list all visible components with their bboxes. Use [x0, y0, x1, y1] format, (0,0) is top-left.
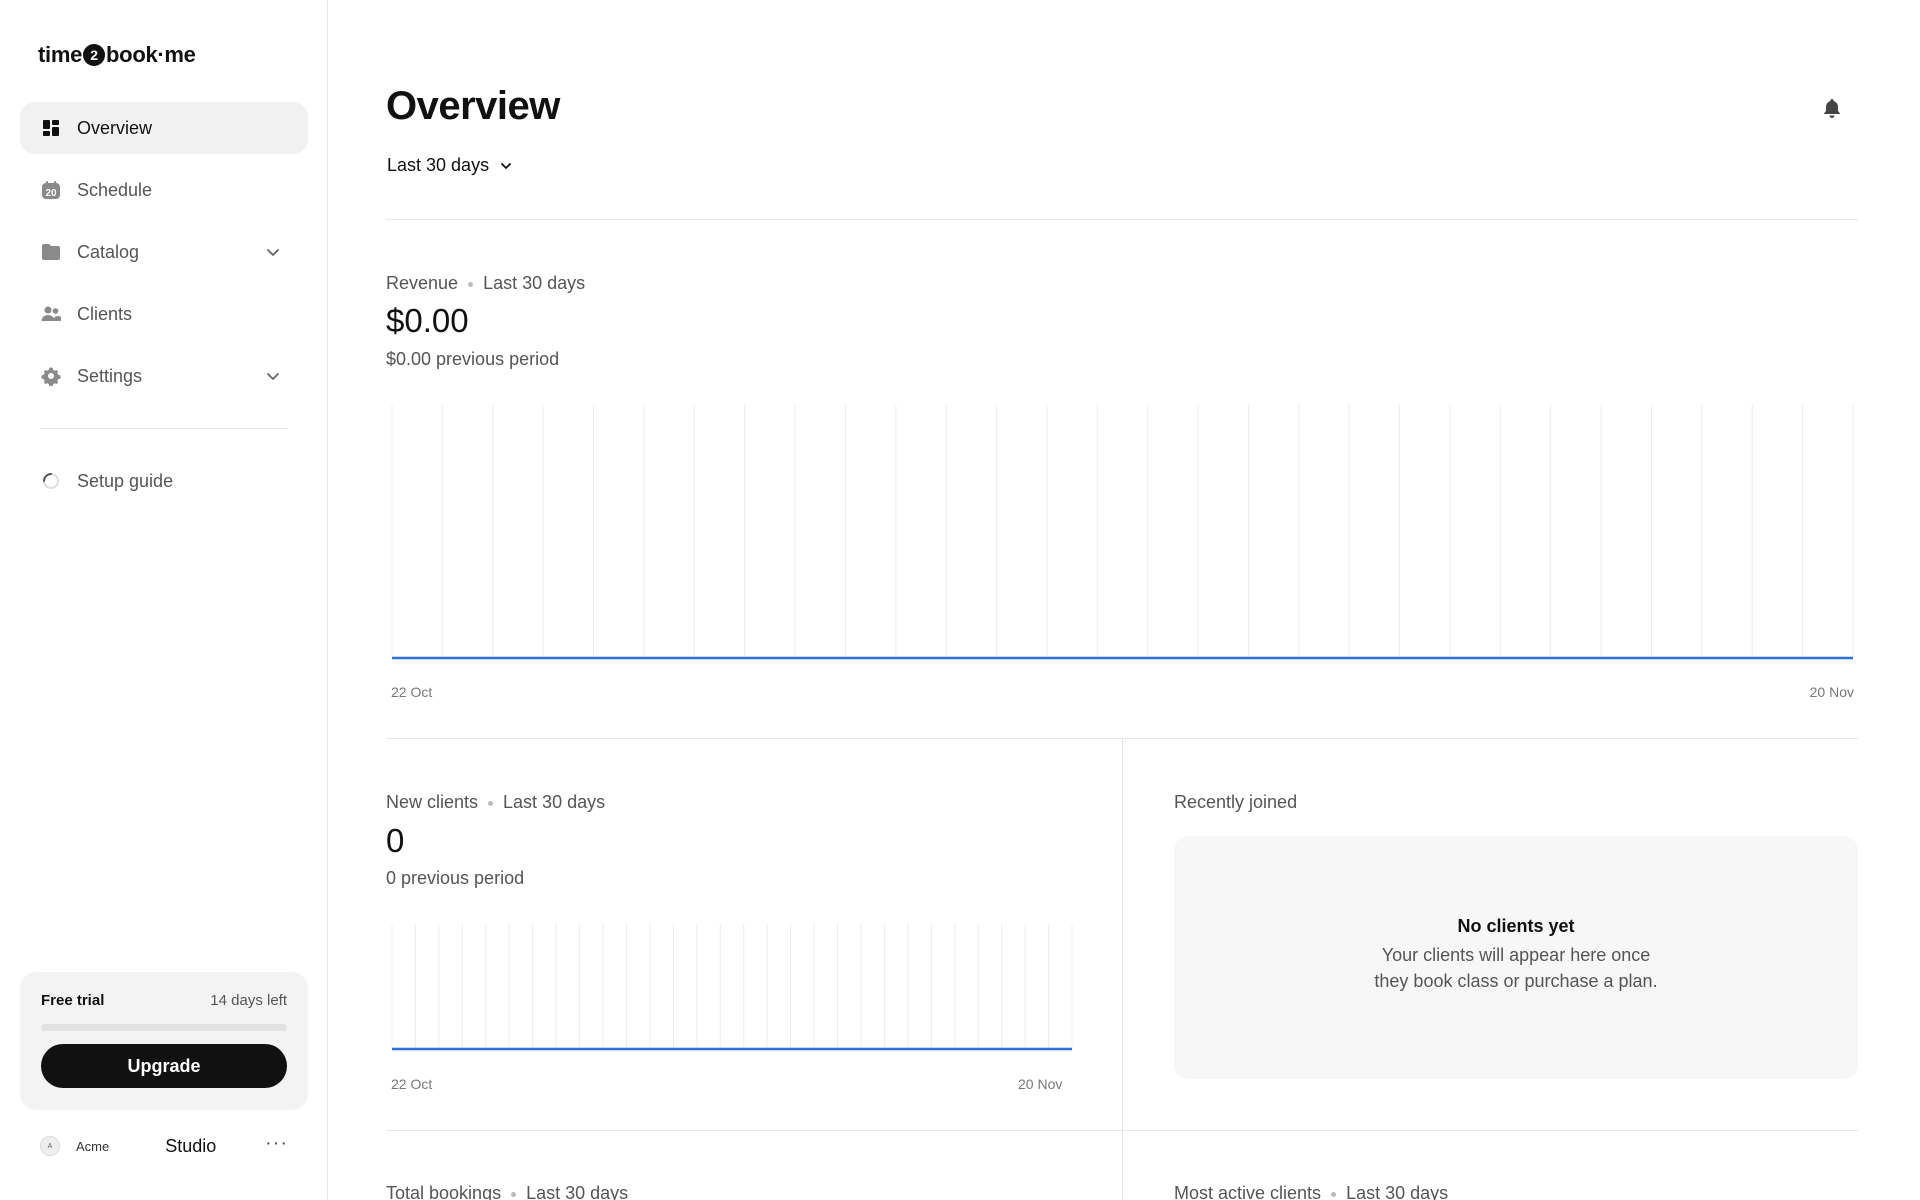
page-title: Overview: [386, 84, 560, 128]
people-icon: [41, 304, 61, 324]
app-logo[interactable]: time 2 book·me: [38, 42, 196, 68]
folder-icon: [41, 242, 61, 262]
new-clients-value: 0: [386, 822, 405, 859]
most-active-clients-label: Most active clients Last 30 days: [1174, 1183, 1448, 1200]
chevron-down-icon: [501, 162, 511, 169]
upgrade-button[interactable]: Upgrade: [41, 1044, 287, 1088]
empty-state-title: No clients yet: [1457, 916, 1575, 936]
logo-text-right: book·me: [106, 42, 196, 67]
total-bookings-title: Total bookings: [386, 1183, 502, 1200]
sidebar-item-label: Settings: [77, 365, 143, 386]
sidebar-item-label: Schedule: [77, 179, 153, 200]
empty-state-line: Your clients will appear here once: [1381, 945, 1651, 965]
new-clients-title: New clients: [386, 792, 479, 812]
sidebar-item-clients[interactable]: Clients: [20, 288, 308, 340]
separator-dot: [468, 281, 474, 287]
new-clients-x-tick-end: 20 Nov: [1018, 1076, 1063, 1092]
trial-progress-bar: [41, 1024, 287, 1031]
revenue-previous: $0.00 previous period: [386, 349, 560, 369]
empty-state-text: Your clients will appear here once they …: [1174, 942, 1858, 994]
more-options-icon[interactable]: ···: [265, 1133, 288, 1153]
trial-days-left: 14 days left: [210, 992, 287, 1009]
separator-dot: [488, 800, 494, 806]
workspace-name: Studio: [165, 1135, 217, 1156]
new-clients-previous: 0 previous period: [386, 868, 525, 888]
progress-ring-icon: [41, 471, 61, 491]
total-bookings-label: Total bookings Last 30 days: [386, 1183, 628, 1200]
new-clients-chart-svg: [391, 924, 1073, 1051]
free-trial-card: Free trial 14 days left Upgrade: [20, 972, 308, 1110]
period-dropdown[interactable]: Last 30 days: [387, 155, 513, 176]
calendar-badge: 20: [45, 188, 57, 199]
trial-title: Free trial: [41, 992, 105, 1009]
sidebar-nav: Overview 20 Schedule Catalog Clients Set…: [20, 102, 308, 517]
logo-text-left: time: [38, 42, 83, 67]
revenue-chart-svg: [391, 405, 1854, 660]
new-clients-chart: [391, 924, 1073, 1052]
chevron-down-icon[interactable]: [264, 243, 282, 261]
most-active-clients-title: Most active clients: [1174, 1183, 1322, 1200]
header-divider: [386, 219, 1858, 220]
main-content: Overview Last 30 days Revenue Last 30 day…: [386, 0, 1858, 1200]
period-dropdown-label: Last 30 days: [387, 155, 490, 175]
separator-dot: [511, 1191, 517, 1197]
separator-dot: [1331, 1191, 1337, 1197]
revenue-period: Last 30 days: [483, 273, 586, 293]
sidebar-divider: [40, 428, 288, 429]
sidebar-item-label: Setup guide: [77, 470, 174, 491]
recently-joined-label: Recently joined: [1174, 792, 1298, 812]
revenue-value: $0.00: [386, 302, 469, 339]
sidebar-item-setup-guide[interactable]: Setup guide: [20, 455, 308, 507]
new-clients-label: New clients Last 30 days: [386, 792, 605, 813]
empty-state-line: they book class or purchase a plan.: [1374, 971, 1658, 991]
calendar-icon: 20: [41, 180, 61, 200]
sidebar: time 2 book·me Overview 20 Schedule Catalo…: [0, 0, 328, 1200]
revenue-label: Revenue Last 30 days: [386, 273, 585, 294]
sidebar-item-overview[interactable]: Overview: [20, 102, 308, 154]
sidebar-item-label: Overview: [77, 117, 153, 138]
sidebar-item-settings[interactable]: Settings: [20, 350, 308, 402]
avatar: A: [40, 1136, 60, 1156]
sidebar-item-schedule[interactable]: 20 Schedule: [20, 164, 308, 216]
chevron-down-icon[interactable]: [264, 367, 282, 385]
most-active-clients-period: Last 30 days: [1346, 1183, 1449, 1200]
logo-badge: 2: [83, 44, 106, 66]
revenue-title: Revenue: [386, 273, 459, 293]
revenue-x-tick-end: 20 Nov: [1809, 684, 1854, 700]
section-divider: [386, 1130, 1858, 1131]
new-clients-period: Last 30 days: [503, 792, 606, 812]
new-clients-x-tick-start: 22 Oct: [391, 1076, 433, 1092]
bell-icon[interactable]: [1820, 96, 1844, 120]
revenue-x-tick-start: 22 Oct: [391, 684, 433, 700]
gear-icon: [41, 366, 61, 386]
revenue-chart: [391, 405, 1854, 661]
account-name: Acme: [76, 1138, 110, 1154]
recently-joined-empty-state: No clients yet Your clients will appear …: [1174, 836, 1858, 1079]
dashboard-icon: [41, 118, 61, 138]
sidebar-item-label: Catalog: [77, 241, 140, 262]
sidebar-item-catalog[interactable]: Catalog: [20, 226, 308, 278]
sidebar-item-label: Clients: [77, 303, 133, 324]
total-bookings-period: Last 30 days: [526, 1183, 629, 1200]
account-switcher[interactable]: A Acme Studio ···: [40, 1133, 288, 1158]
